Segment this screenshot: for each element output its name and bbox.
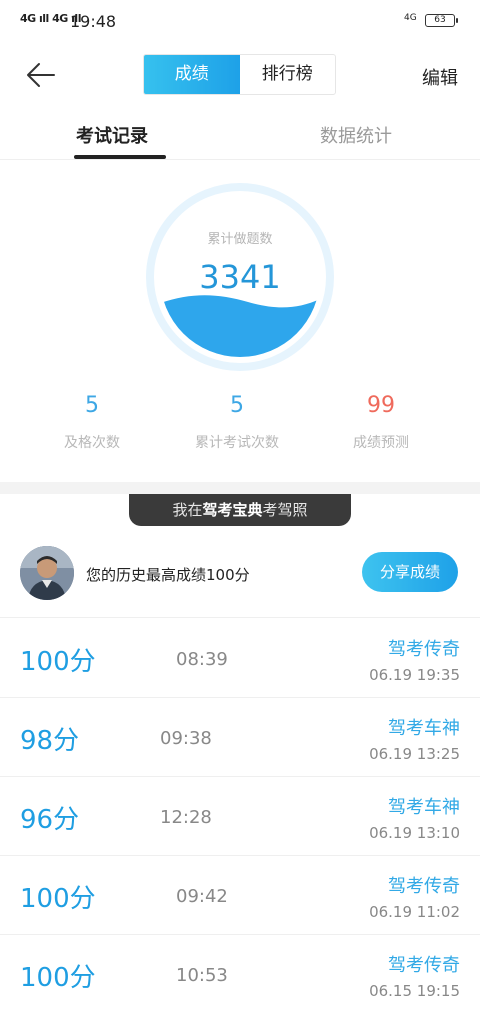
- record-duration: 09:42: [176, 886, 228, 907]
- record-score: 100分: [20, 647, 96, 677]
- sub-tabs: 考试记录 数据统计: [0, 108, 480, 160]
- banner-suffix: 考驾照: [262, 501, 308, 519]
- record-row[interactable]: 96分 12:28 驾考车神 06.19 13:10: [0, 777, 480, 856]
- banner-prefix: 我在: [172, 501, 203, 519]
- record-title: 驾考车神: [388, 718, 460, 739]
- stat-prediction: 99 成绩预测: [301, 393, 461, 452]
- stat-exams: 5 累计考试次数: [157, 393, 317, 452]
- active-tab-indicator: [74, 155, 166, 159]
- record-title: 驾考传奇: [388, 639, 460, 660]
- network-indicator: 4G: [404, 13, 417, 23]
- record-date: 06.19 11:02: [369, 903, 460, 921]
- record-date: 06.19 13:25: [369, 745, 460, 763]
- header: 成绩 排行榜 编辑: [0, 44, 480, 106]
- best-score-text: 您的历史最高成绩100分: [86, 566, 250, 584]
- record-score: 100分: [20, 963, 96, 993]
- record-date: 06.15 19:15: [369, 982, 460, 1000]
- edit-button[interactable]: 编辑: [422, 64, 458, 90]
- avatar[interactable]: [20, 546, 74, 600]
- records-list: 100分 08:39 驾考传奇 06.19 19:35 98分 09:38 驾考…: [0, 619, 480, 1013]
- back-arrow-icon[interactable]: [24, 58, 58, 92]
- stat-value: 5: [85, 393, 99, 418]
- record-duration: 12:28: [160, 807, 212, 828]
- record-row[interactable]: 98分 09:38 驾考车神 06.19 13:25: [0, 698, 480, 777]
- best-score-row: 您的历史最高成绩100分 分享成绩: [0, 540, 480, 618]
- stat-value: 99: [367, 393, 395, 418]
- questions-progress-circle: 累计做题数 3341: [143, 180, 337, 374]
- stats-row: 5 及格次数 5 累计考试次数 99 成绩预测: [0, 393, 480, 463]
- stat-value: 5: [230, 393, 244, 418]
- banner-brand: 驾考宝典: [202, 501, 263, 519]
- tab-ranking[interactable]: 排行榜: [240, 55, 336, 94]
- record-score: 98分: [20, 726, 80, 756]
- brand-banner: 我在驾考宝典考驾照: [129, 494, 351, 526]
- record-title: 驾考车神: [388, 797, 460, 818]
- record-row[interactable]: 100分 09:42 驾考传奇 06.19 11:02: [0, 856, 480, 935]
- record-score: 96分: [20, 805, 80, 835]
- section-divider: [0, 482, 480, 494]
- record-date: 06.19 13:10: [369, 824, 460, 842]
- stat-label: 及格次数: [64, 435, 120, 451]
- record-title: 驾考传奇: [388, 955, 460, 976]
- stat-passed: 5 及格次数: [12, 393, 172, 452]
- record-score: 100分: [20, 884, 96, 914]
- total-questions-value: 3341: [199, 258, 281, 296]
- record-row[interactable]: 100分 10:53 驾考传奇 06.15 19:15: [0, 935, 480, 1013]
- record-duration: 10:53: [176, 965, 228, 986]
- tab-data-stats[interactable]: 数据统计: [320, 122, 392, 148]
- record-row[interactable]: 100分 08:39 驾考传奇 06.19 19:35: [0, 619, 480, 698]
- stat-label: 累计考试次数: [195, 435, 279, 451]
- record-duration: 09:38: [160, 728, 212, 749]
- tab-score[interactable]: 成绩: [144, 55, 240, 94]
- share-score-button[interactable]: 分享成绩: [362, 552, 458, 592]
- status-bar: 4G ıll 4G ıll 19:48 4G 63: [0, 0, 480, 44]
- segmented-control: 成绩 排行榜: [143, 54, 336, 95]
- stat-label: 成绩预测: [353, 435, 409, 451]
- record-duration: 08:39: [176, 649, 228, 670]
- record-title: 驾考传奇: [388, 876, 460, 897]
- total-questions-label: 累计做题数: [207, 232, 273, 247]
- tab-exam-records[interactable]: 考试记录: [76, 122, 148, 148]
- battery-icon: 63: [425, 14, 458, 27]
- status-time: 19:48: [70, 12, 117, 31]
- record-date: 06.19 19:35: [369, 666, 460, 684]
